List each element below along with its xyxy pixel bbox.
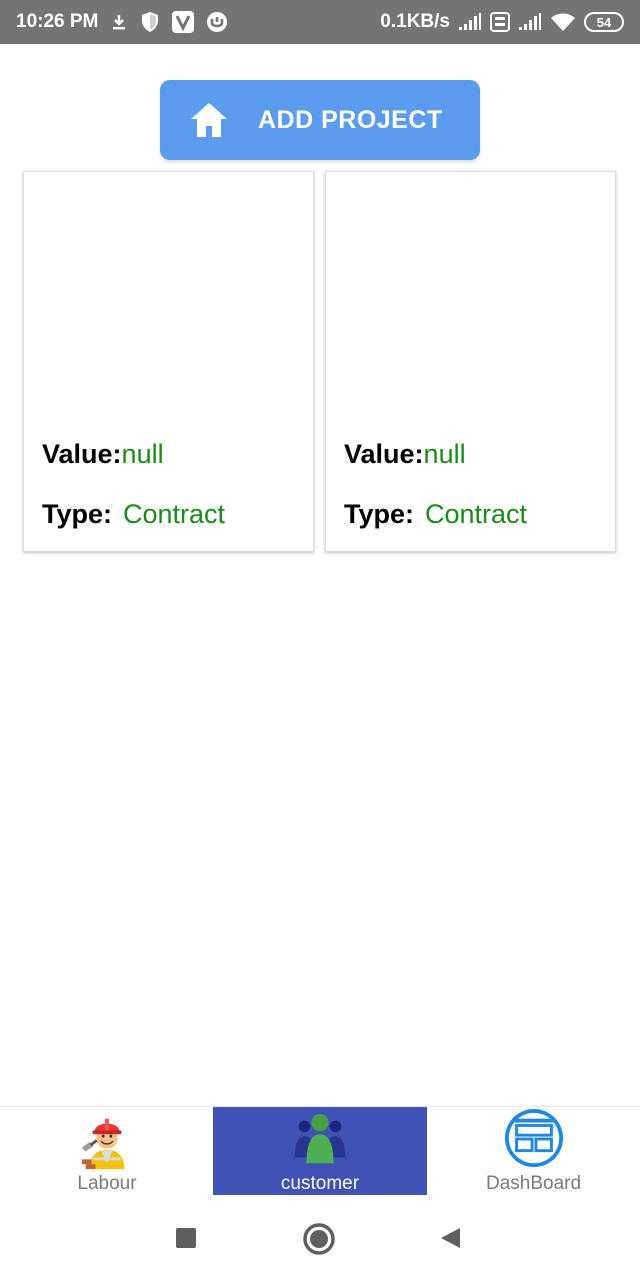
nav-item-dashboard[interactable]: DashBoard [427,1107,640,1195]
download-icon [110,13,128,31]
type-text: Contract [123,499,226,529]
value-label: Value: [42,439,122,469]
project-image [24,172,313,417]
nav-label-dashboard: DashBoard [485,1173,582,1194]
signal-icon-2 [518,13,542,31]
status-left: 10:26 PM [16,11,228,33]
type-label: Type: [344,499,415,529]
battery-level: 54 [596,14,612,30]
type-text: Contract [425,499,528,529]
dashboard-icon [504,1109,563,1168]
project-card[interactable]: Value: null Type: Contract [325,171,616,552]
back-button[interactable] [438,1226,462,1255]
type-label: Type: [42,499,113,529]
value-text: null [121,439,164,469]
value-text: null [423,439,466,469]
labour-worker-icon [81,1118,125,1170]
home-button[interactable] [302,1222,336,1261]
signal-icon [458,13,482,31]
project-value-row: Value: null [42,439,164,470]
network-speed: 0.1KB/s [380,11,450,32]
project-value-row: Value: null [344,439,466,470]
back-triangle-icon [441,1228,460,1248]
battery-icon: 54 [584,12,624,32]
add-project-label: ADD PROJECT [258,105,443,134]
add-project-button[interactable]: ADD PROJECT [160,80,480,160]
nav-item-customer[interactable]: customer [213,1107,427,1195]
project-card[interactable]: Value: null Type: Contract [23,171,314,552]
status-right: 0.1KB/s 54 [380,11,624,33]
shield-icon [140,11,160,33]
circle-icon [303,1223,335,1255]
bottom-navigation: Labour customer DashBoard [0,1106,640,1196]
home-icon [191,103,227,137]
value-label: Value: [344,439,424,469]
nav-label-customer: customer [280,1173,360,1194]
project-type-row: Type: Contract [344,499,527,530]
wifi-icon [550,12,576,32]
status-bar: 10:26 PM 0.1KB/s 54 [0,0,640,44]
nav-item-labour[interactable]: Labour [0,1107,214,1195]
square-icon [176,1228,196,1248]
torrent-icon [206,11,228,33]
nav-label-labour: Labour [77,1173,137,1194]
project-image [326,172,615,417]
v-app-icon [172,11,195,33]
volte-icon [490,12,510,32]
system-navigation-bar [0,1196,640,1280]
customers-group-icon [294,1113,346,1164]
status-time: 10:26 PM [16,11,99,32]
project-type-row: Type: Contract [42,499,225,530]
recents-button[interactable] [174,1226,198,1255]
